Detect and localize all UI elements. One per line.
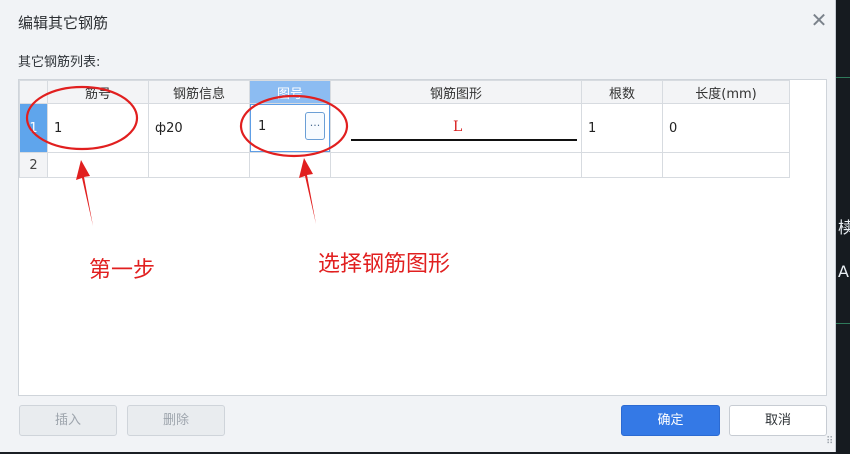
cell-length[interactable]: 0 — [662, 103, 790, 153]
insert-button[interactable]: 插入 — [19, 405, 117, 436]
header-tuhao[interactable]: 图号 — [249, 80, 331, 104]
header-jinhao[interactable]: 筋号 — [47, 80, 149, 104]
header-rownum — [19, 80, 48, 104]
table-row[interactable]: 2 — [19, 152, 790, 178]
cell-tuhao[interactable] — [249, 152, 331, 178]
cancel-button[interactable]: 取消 — [729, 405, 827, 436]
cell-count[interactable] — [581, 152, 663, 178]
cell-figure[interactable] — [330, 152, 582, 178]
cell-jinhao[interactable] — [47, 152, 149, 178]
dialog-title: 编辑其它钢筋 — [18, 14, 109, 32]
header-figure[interactable]: 钢筋图形 — [330, 80, 582, 104]
cell-info[interactable] — [148, 152, 250, 178]
cell-jinhao[interactable]: 1 — [47, 103, 149, 153]
header-length[interactable]: 长度(mm) — [662, 80, 790, 104]
header-info[interactable]: 钢筋信息 — [148, 80, 250, 104]
cell-figure[interactable]: L — [330, 103, 582, 153]
rebar-shape-line — [351, 139, 577, 141]
table-row[interactable]: 1 1 ф20 1 ··· L 1 0 — [19, 103, 790, 153]
rebar-list-panel: 筋号 钢筋信息 图号 钢筋图形 根数 长度(mm) 1 1 ф20 1 ··· — [18, 79, 827, 396]
rebar-shape-label: L — [453, 119, 463, 135]
ok-button[interactable]: 确定 — [621, 405, 720, 436]
list-label: 其它钢筋列表: — [18, 55, 101, 70]
rebar-shape-preview: L — [331, 104, 581, 152]
cell-count[interactable]: 1 — [581, 103, 663, 153]
background-line — [836, 77, 850, 78]
close-icon[interactable]: ✕ — [806, 7, 832, 33]
annotation-choose-shape: 选择钢筋图形 — [318, 252, 451, 277]
edit-other-rebar-dialog: 编辑其它钢筋 ✕ 其它钢筋列表: 筋号 钢筋信息 图号 钢筋图形 根数 长度(m… — [0, 0, 836, 452]
table-header-row: 筋号 钢筋信息 图号 钢筋图形 根数 长度(mm) — [19, 80, 790, 104]
rebar-table: 筋号 钢筋信息 图号 钢筋图形 根数 长度(mm) 1 1 ф20 1 ··· — [19, 80, 790, 178]
cell-info[interactable]: ф20 — [148, 103, 250, 153]
annotation-step-one: 第一步 — [89, 258, 156, 283]
tuhao-value: 1 — [258, 119, 267, 134]
resize-grip-icon[interactable]: ⠿ — [826, 436, 833, 447]
background-glyph: A — [838, 262, 849, 281]
background-glyph: 椟 — [838, 218, 850, 237]
row-number[interactable]: 1 — [19, 103, 48, 153]
header-count[interactable]: 根数 — [581, 80, 663, 104]
cell-length[interactable] — [662, 152, 790, 178]
cell-tuhao[interactable]: 1 ··· — [249, 103, 331, 153]
background-line — [836, 323, 850, 324]
browse-shape-button[interactable]: ··· — [305, 112, 325, 140]
delete-button[interactable]: 删除 — [127, 405, 225, 436]
row-number[interactable]: 2 — [19, 152, 48, 178]
